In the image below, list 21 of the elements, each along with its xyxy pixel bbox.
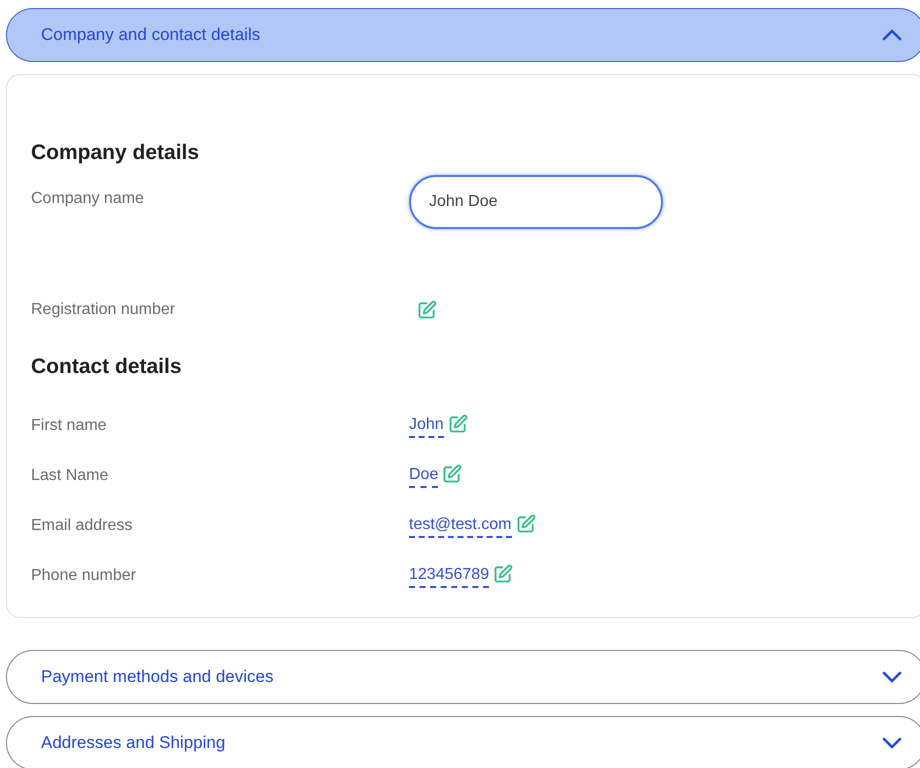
accordion-header[interactable]: Payment methods and devices xyxy=(6,650,920,704)
edit-icon[interactable] xyxy=(417,300,437,320)
section-heading: Contact details xyxy=(31,354,183,380)
field-label: Company name xyxy=(31,189,145,209)
field-value[interactable]: John xyxy=(409,414,444,438)
field-label: Registration number xyxy=(31,300,176,320)
field-label: Email address xyxy=(31,516,134,536)
edit-icon[interactable] xyxy=(442,464,462,484)
company-name-field[interactable]: John Doe xyxy=(409,175,663,229)
accordion-header[interactable]: Company and contact details xyxy=(6,8,920,62)
field-value[interactable]: 123456789 xyxy=(409,564,490,588)
field-value[interactable]: test@test.com xyxy=(409,514,512,538)
edit-icon[interactable] xyxy=(516,514,536,534)
edit-icon[interactable] xyxy=(493,564,514,584)
field-label: Phone number xyxy=(31,566,137,586)
field-label: Last Name xyxy=(31,466,110,486)
field-label: First name xyxy=(31,416,108,436)
accordion-header[interactable]: Addresses and Shipping xyxy=(6,716,920,768)
field-value[interactable]: Doe xyxy=(409,464,438,488)
edit-icon[interactable] xyxy=(448,414,468,434)
section-heading: Company details xyxy=(31,140,200,166)
